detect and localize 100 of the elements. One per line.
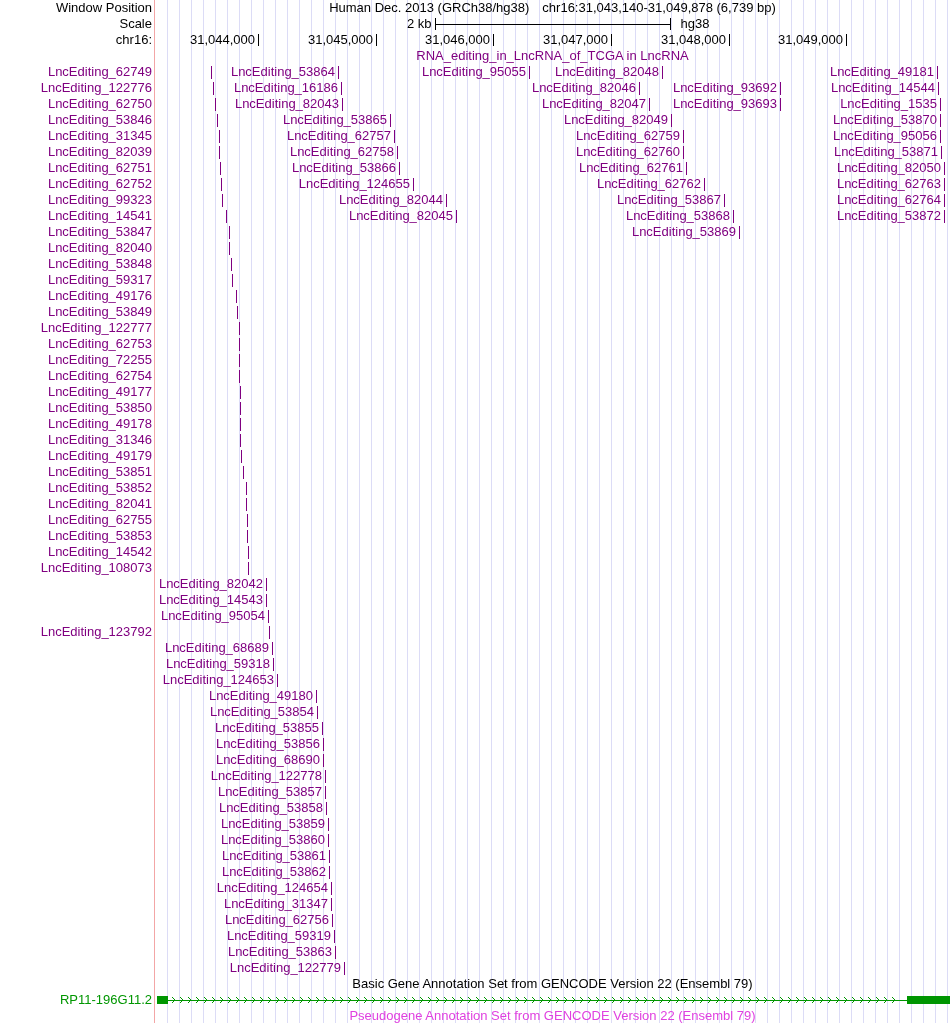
- feature-label: LncEditing_53861: [221, 848, 326, 864]
- feature-tick: [639, 81, 640, 95]
- ruler-label: 31,049,000: [777, 32, 843, 48]
- feature-label: LncEditing_49179: [47, 448, 152, 463]
- row-label: chr16:: [115, 32, 152, 47]
- feature-label: LncEditing_93693: [672, 96, 777, 112]
- feature-tick: [397, 145, 398, 159]
- feature-tick: [237, 305, 238, 319]
- feature-label: LncEditing_53865: [282, 112, 387, 128]
- feature-tick: [229, 241, 230, 255]
- feature-tick: [322, 721, 323, 735]
- ruler-label: 31,047,000: [542, 32, 608, 48]
- feature-label: LncEditing_59319: [226, 928, 331, 944]
- ruler-label: 31,048,000: [660, 32, 726, 48]
- feature-tick: [222, 193, 223, 207]
- feature-label: LncEditing_53846: [47, 112, 152, 127]
- feature-tick: [247, 529, 248, 543]
- feature-tick: [231, 257, 232, 271]
- position-text: chr16:31,043,140-31,049,878 (6,739 bp): [542, 0, 776, 16]
- feature-tick: [944, 193, 945, 207]
- feature-label: LncEditing_82049: [563, 112, 668, 128]
- feature-tick: [248, 561, 249, 575]
- feature-tick: [240, 401, 241, 415]
- feature-tick: [733, 209, 734, 223]
- feature-tick: [329, 849, 330, 863]
- feature-label: LncEditing_53863: [227, 944, 332, 960]
- feature-tick: [456, 209, 457, 223]
- feature-tick: [229, 225, 230, 239]
- feature-tick: [239, 337, 240, 351]
- feature-tick: [219, 145, 220, 159]
- feature-tick: [329, 865, 330, 879]
- assembly-label: hg38: [680, 16, 710, 32]
- feature-tick: [266, 577, 267, 591]
- feature-tick: [683, 129, 684, 143]
- feature-tick: [331, 897, 332, 911]
- feature-label: LncEditing_53870: [832, 112, 937, 128]
- feature-tick: [394, 129, 395, 143]
- feature-tick: [239, 353, 240, 367]
- feature-tick: [941, 145, 942, 159]
- feature-label: LncEditing_95054: [160, 608, 265, 624]
- feature-tick: [944, 209, 945, 223]
- feature-tick: [323, 753, 324, 767]
- feature-tick: [413, 177, 414, 191]
- feature-tick: [940, 129, 941, 143]
- feature-tick: [277, 673, 278, 687]
- feature-label: LncEditing_53850: [47, 400, 152, 415]
- feature-tick: [940, 113, 941, 127]
- feature-label: LncEditing_124653: [162, 672, 274, 688]
- feature-label: LncEditing_53853: [47, 528, 152, 543]
- feature-label: LncEditing_53851: [47, 464, 152, 479]
- ruler-tick: [258, 34, 259, 46]
- feature-label: LncEditing_53854: [209, 704, 314, 720]
- feature-label: LncEditing_82044: [338, 192, 443, 208]
- feature-label: LncEditing_31347: [223, 896, 328, 912]
- feature-tick: [937, 65, 938, 79]
- feature-tick: [240, 417, 241, 431]
- feature-label: LncEditing_82047: [541, 96, 646, 112]
- feature-label: LncEditing_53872: [836, 208, 941, 224]
- feature-label: LncEditing_62752: [47, 176, 152, 191]
- feature-label: LncEditing_82045: [348, 208, 453, 224]
- feature-label: LncEditing_53864: [230, 64, 335, 80]
- feature-tick: [272, 641, 273, 655]
- feature-label: LncEditing_62750: [47, 96, 152, 111]
- feature-label: LncEditing_53859: [220, 816, 325, 832]
- feature-label: LncEditing_49180: [208, 688, 313, 704]
- feature-label: LncEditing_68689: [164, 640, 269, 656]
- feature-tick: [316, 689, 317, 703]
- feature-label: LncEditing_82042: [158, 576, 263, 592]
- feature-tick: [317, 705, 318, 719]
- track-title: Pseudogene Annotation Set from GENCODE Version 22 (Ensembl 79): [349, 1008, 756, 1023]
- feature-label: LncEditing_95056: [832, 128, 937, 144]
- feature-label: LncEditing_62764: [836, 192, 941, 208]
- feature-label: LncEditing_49177: [47, 384, 152, 399]
- feature-label: LncEditing_62758: [289, 144, 394, 160]
- feature-label: LncEditing_49176: [47, 288, 152, 303]
- feature-tick: [219, 129, 220, 143]
- feature-label: LncEditing_62751: [47, 160, 152, 175]
- feature-label: LncEditing_1535: [840, 96, 937, 112]
- feature-tick: [446, 193, 447, 207]
- feature-tick: [239, 369, 240, 383]
- feature-label: LncEditing_123792: [40, 624, 152, 639]
- feature-tick: [239, 321, 240, 335]
- feature-label: LncEditing_53866: [291, 160, 396, 176]
- feature-tick: [649, 97, 650, 111]
- feature-label: LncEditing_53871: [833, 144, 938, 160]
- feature-tick: [334, 929, 335, 943]
- ruler-tick: [493, 34, 494, 46]
- feature-label: LncEditing_62760: [575, 144, 680, 160]
- feature-label: LncEditing_16186: [233, 80, 338, 96]
- feature-label: LncEditing_82039: [47, 144, 152, 159]
- feature-tick: [332, 913, 333, 927]
- feature-tick: [704, 177, 705, 191]
- feature-tick: [268, 609, 269, 623]
- assembly-title: Human Dec. 2013 (GRCh38/hg38): [329, 0, 530, 16]
- feature-tick: [328, 817, 329, 831]
- feature-label: LncEditing_59318: [165, 656, 270, 672]
- scale-label: 2 kb: [406, 16, 432, 32]
- feature-tick: [328, 833, 329, 847]
- feature-tick: [273, 657, 274, 671]
- feature-label: LncEditing_53852: [47, 480, 152, 495]
